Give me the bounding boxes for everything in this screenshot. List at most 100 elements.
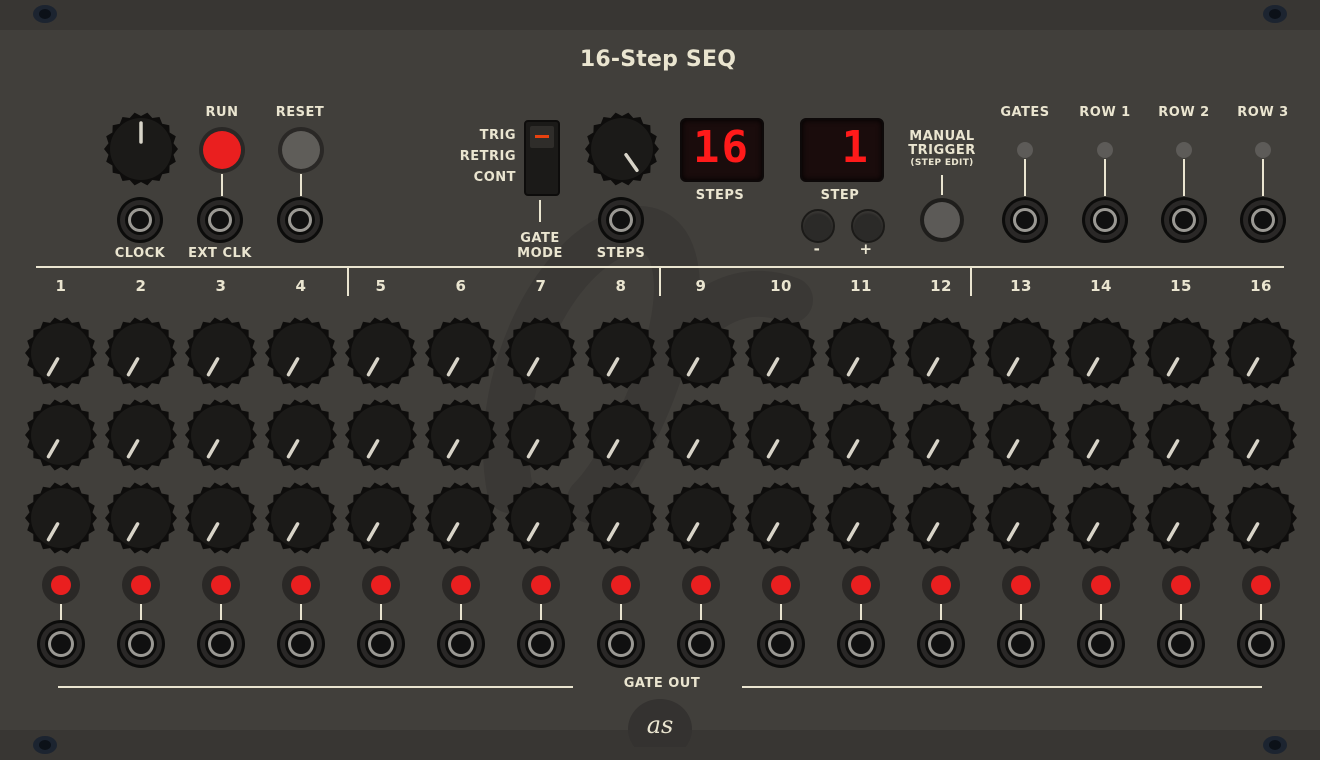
row3-step11-knob[interactable] xyxy=(823,480,899,556)
row1-step13-knob[interactable] xyxy=(983,315,1059,391)
screw-icon xyxy=(33,5,57,23)
output-jack-0[interactable] xyxy=(1001,196,1049,244)
row1-step3-knob[interactable] xyxy=(183,315,259,391)
row3-step1-knob[interactable] xyxy=(23,480,99,556)
gate-mode-option-cont: CONT xyxy=(473,170,516,185)
step-number-16: 16 xyxy=(1250,277,1272,295)
clock-jack[interactable] xyxy=(116,196,164,244)
row1-step2-knob[interactable] xyxy=(103,315,179,391)
gate-out-jack-8[interactable] xyxy=(596,619,646,669)
switch-thumb[interactable] xyxy=(530,126,554,148)
row3-step12-knob[interactable] xyxy=(903,480,979,556)
row2-step2-knob[interactable] xyxy=(103,397,179,473)
gate-out-jack-15[interactable] xyxy=(1156,619,1206,669)
gate-mode-option-retrig: RETRIG xyxy=(459,149,516,164)
row1-step11-knob[interactable] xyxy=(823,315,899,391)
row1-step5-knob[interactable] xyxy=(343,315,419,391)
row3-step8-knob[interactable] xyxy=(583,480,659,556)
reset-jack[interactable] xyxy=(276,196,324,244)
row1-step14-knob[interactable] xyxy=(1063,315,1139,391)
gate-out-jack-14[interactable] xyxy=(1076,619,1126,669)
row3-step15-knob[interactable] xyxy=(1143,480,1219,556)
connector-line xyxy=(300,174,302,196)
connector-line xyxy=(700,604,702,620)
step-number-11: 11 xyxy=(850,277,872,295)
connector-line xyxy=(540,604,542,620)
row2-step4-knob[interactable] xyxy=(263,397,339,473)
gate-out-jack-3[interactable] xyxy=(196,619,246,669)
gate-out-jack-9[interactable] xyxy=(676,619,726,669)
step-number-10: 10 xyxy=(770,277,792,295)
row3-step9-knob[interactable] xyxy=(663,480,739,556)
row2-step9-knob[interactable] xyxy=(663,397,739,473)
gate-out-jack-7[interactable] xyxy=(516,619,566,669)
gate-out-jack-1[interactable] xyxy=(36,619,86,669)
output-jack-3[interactable] xyxy=(1239,196,1287,244)
row1-step6-knob[interactable] xyxy=(423,315,499,391)
row2-step14-knob[interactable] xyxy=(1063,397,1139,473)
clock-knob[interactable] xyxy=(102,110,180,188)
row3-step13-knob[interactable] xyxy=(983,480,1059,556)
row3-step14-knob[interactable] xyxy=(1063,480,1139,556)
gate-out-jack-2[interactable] xyxy=(116,619,166,669)
ext-clk-jack[interactable] xyxy=(196,196,244,244)
brand-logo-text: as xyxy=(647,711,674,739)
gate-out-jack-16[interactable] xyxy=(1236,619,1286,669)
gate-out-jack-12[interactable] xyxy=(916,619,966,669)
row2-step7-knob[interactable] xyxy=(503,397,579,473)
row2-step12-knob[interactable] xyxy=(903,397,979,473)
row3-step6-knob[interactable] xyxy=(423,480,499,556)
row1-step7-knob[interactable] xyxy=(503,315,579,391)
run-button[interactable] xyxy=(203,131,241,169)
row1-step10-knob[interactable] xyxy=(743,315,819,391)
output-led-0 xyxy=(1017,142,1033,158)
gate-out-jack-13[interactable] xyxy=(996,619,1046,669)
gate-out-jack-5[interactable] xyxy=(356,619,406,669)
connector-line xyxy=(1262,159,1264,196)
reset-label: RESET xyxy=(275,105,325,120)
row2-step11-knob[interactable] xyxy=(823,397,899,473)
step-plus-button[interactable] xyxy=(851,209,885,243)
gate-mode-switch[interactable] xyxy=(524,120,560,196)
manual-trigger-button[interactable] xyxy=(924,202,960,238)
gate-out-jack-6[interactable] xyxy=(436,619,486,669)
row1-step8-knob[interactable] xyxy=(583,315,659,391)
row1-step15-knob[interactable] xyxy=(1143,315,1219,391)
gate-out-jack-4[interactable] xyxy=(276,619,326,669)
row2-step6-knob[interactable] xyxy=(423,397,499,473)
gate-out-jack-10[interactable] xyxy=(756,619,806,669)
step-minus-button[interactable] xyxy=(801,209,835,243)
row1-step4-knob[interactable] xyxy=(263,315,339,391)
row3-step2-knob[interactable] xyxy=(103,480,179,556)
row3-step5-knob[interactable] xyxy=(343,480,419,556)
row1-step16-knob[interactable] xyxy=(1223,315,1299,391)
sequencer-panel: 16-Step SEQ RUN RESET CLOCK EXT CLK TRIG… xyxy=(0,0,1320,760)
output-jack-1[interactable] xyxy=(1081,196,1129,244)
step-gate-led-13 xyxy=(1011,575,1031,595)
row2-step8-knob[interactable] xyxy=(583,397,659,473)
row2-step10-knob[interactable] xyxy=(743,397,819,473)
steps-display-label: STEPS xyxy=(695,188,745,203)
row2-step1-knob[interactable] xyxy=(23,397,99,473)
row2-step13-knob[interactable] xyxy=(983,397,1059,473)
gate-out-line-right xyxy=(742,686,1262,688)
step-number-14: 14 xyxy=(1090,277,1112,295)
reset-button[interactable] xyxy=(282,131,320,169)
row2-step16-knob[interactable] xyxy=(1223,397,1299,473)
row2-step15-knob[interactable] xyxy=(1143,397,1219,473)
row1-step1-knob[interactable] xyxy=(23,315,99,391)
row3-step4-knob[interactable] xyxy=(263,480,339,556)
row3-step3-knob[interactable] xyxy=(183,480,259,556)
row3-step7-knob[interactable] xyxy=(503,480,579,556)
row2-step3-knob[interactable] xyxy=(183,397,259,473)
steps-knob[interactable] xyxy=(583,110,661,188)
steps-jack[interactable] xyxy=(597,196,645,244)
row3-step10-knob[interactable] xyxy=(743,480,819,556)
row3-step16-knob[interactable] xyxy=(1223,480,1299,556)
gate-out-jack-11[interactable] xyxy=(836,619,886,669)
screw-icon xyxy=(33,736,57,754)
row1-step9-knob[interactable] xyxy=(663,315,739,391)
row1-step12-knob[interactable] xyxy=(903,315,979,391)
row2-step5-knob[interactable] xyxy=(343,397,419,473)
output-jack-2[interactable] xyxy=(1160,196,1208,244)
